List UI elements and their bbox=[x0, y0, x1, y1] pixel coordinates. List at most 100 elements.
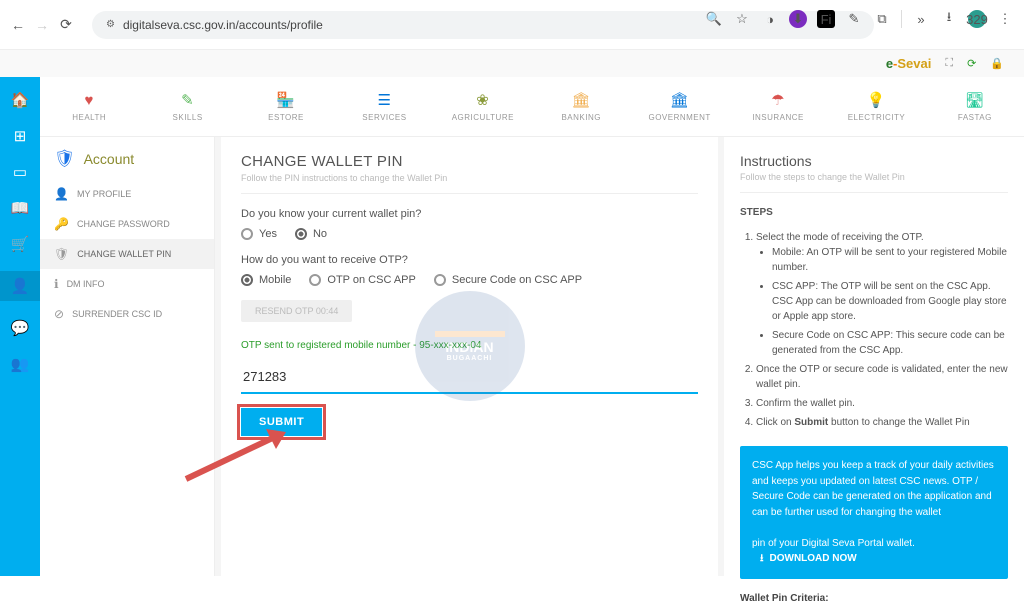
cat-government[interactable]: 🏛GOVERNMENT bbox=[630, 77, 728, 136]
step-4: Click on Submit button to change the Wal… bbox=[756, 415, 1008, 430]
extensions-icon[interactable]: ⧉ bbox=[873, 10, 891, 28]
forward-icon[interactable]: → bbox=[34, 17, 50, 33]
menu-icon: 🛡 bbox=[54, 247, 69, 261]
cat-estore[interactable]: 🏪ESTORE bbox=[237, 77, 335, 136]
account-sidebar: 🛡 Account 👤MY PROFILE🔑CHANGE PASSWORD🛡CH… bbox=[40, 137, 215, 576]
sidebar-item-change-password[interactable]: 🔑CHANGE PASSWORD bbox=[40, 209, 214, 239]
rail-home-icon[interactable]: 🏠 bbox=[11, 91, 30, 109]
ext3-icon[interactable]: Fi bbox=[817, 10, 835, 28]
instructions-title: Instructions bbox=[740, 153, 1008, 169]
cat-electricity[interactable]: 💡ELECTRICITY bbox=[827, 77, 925, 136]
download-now-link[interactable]: ⭳ DOWNLOAD NOW bbox=[760, 551, 857, 567]
star-icon[interactable]: ☆ bbox=[733, 10, 751, 28]
menu-icon: 🔑 bbox=[54, 217, 69, 231]
lock-icon[interactable]: 🔒 bbox=[990, 57, 1004, 70]
instructions-subtitle: Follow the steps to change the Wallet Pi… bbox=[740, 172, 1008, 193]
download-icon[interactable]: ⭳ bbox=[940, 10, 958, 28]
cat-fastag[interactable]: 🛣FASTAG bbox=[926, 77, 1024, 136]
shield-icon: 🛡 bbox=[54, 149, 76, 169]
step-3: Confirm the wallet pin. bbox=[756, 396, 1008, 411]
back-icon[interactable]: ← bbox=[10, 17, 26, 33]
cat-skills[interactable]: ✎SKILLS bbox=[138, 77, 236, 136]
radio-mobile[interactable]: Mobile bbox=[241, 274, 291, 286]
cat-health[interactable]: ♥HEALTH bbox=[40, 77, 138, 136]
annotation-arrow bbox=[181, 424, 301, 484]
share-icon[interactable]: » bbox=[912, 10, 930, 28]
electricity-icon: 💡 bbox=[867, 91, 886, 109]
cat-services[interactable]: ☰SERVICES bbox=[335, 77, 433, 136]
sidebar-header: 🛡 Account bbox=[40, 149, 214, 179]
step-1: Select the mode of receiving the OTP. Mo… bbox=[756, 230, 1008, 358]
menu-icon: 👤 bbox=[54, 187, 69, 201]
estore-icon: 🏪 bbox=[276, 91, 295, 109]
brand-logo: e-Sevai bbox=[886, 56, 932, 71]
insurance-icon: ☂ bbox=[771, 91, 785, 109]
step-2: Once the OTP or secure code is validated… bbox=[756, 362, 1008, 392]
rail-chat-icon[interactable]: 💬 bbox=[11, 319, 30, 337]
rail-apps-icon[interactable]: ⊞ bbox=[14, 127, 27, 145]
rail-account-icon[interactable]: 👤 bbox=[0, 271, 40, 301]
step-1a: Mobile: An OTP will be sent to your regi… bbox=[772, 245, 1008, 275]
banking-icon: 🏛 bbox=[571, 91, 591, 109]
separator bbox=[901, 10, 902, 28]
steps-list: Select the mode of receiving the OTP. Mo… bbox=[756, 230, 1008, 430]
profile-avatar[interactable]: 329 bbox=[968, 10, 986, 28]
agriculture-icon: ❀ bbox=[476, 91, 489, 109]
pen-icon[interactable]: ✎ bbox=[845, 10, 863, 28]
government-icon: 🏛 bbox=[670, 91, 690, 109]
rail-book-icon[interactable]: 📖 bbox=[11, 199, 30, 217]
url-text: digitalseva.csc.gov.in/accounts/profile bbox=[123, 18, 323, 32]
ext1-icon[interactable]: ◑ bbox=[761, 10, 779, 28]
category-tabs: ♥HEALTH✎SKILLS🏪ESTORE☰SERVICES❀AGRICULTU… bbox=[40, 77, 1024, 137]
rail-cart-icon[interactable]: 🛒 bbox=[11, 235, 30, 253]
sidebar-title: Account bbox=[84, 151, 135, 167]
cat-insurance[interactable]: ☂INSURANCE bbox=[729, 77, 827, 136]
site-settings-icon: ⚙ bbox=[106, 19, 115, 30]
reload-icon[interactable]: ⟳ bbox=[58, 17, 74, 33]
sidebar-item-change-wallet-pin[interactable]: 🛡CHANGE WALLET PIN bbox=[40, 239, 214, 269]
menu-icon[interactable]: ⋮ bbox=[996, 10, 1014, 28]
fullscreen-icon[interactable]: ⛶ bbox=[945, 57, 953, 70]
resend-otp-button: RESEND OTP 00:44 bbox=[241, 300, 352, 322]
submit-highlight: SUBMIT bbox=[241, 408, 322, 436]
step-1c: Secure Code on CSC APP: This secure code… bbox=[772, 328, 1008, 358]
radio-csc-app[interactable]: OTP on CSC APP bbox=[309, 274, 415, 286]
sidebar-item-dm-info[interactable]: ℹDM INFO bbox=[40, 269, 214, 299]
browser-chrome: ← → ⟳ ⚙ digitalseva.csc.gov.in/accounts/… bbox=[0, 0, 1024, 50]
rail-users-icon[interactable]: 👥 bbox=[11, 355, 30, 373]
otp-input[interactable] bbox=[241, 361, 698, 394]
sidebar-item-surrender-csc-id[interactable]: ⊘SURRENDER CSC ID bbox=[40, 299, 214, 329]
menu-icon: ⊘ bbox=[54, 307, 64, 321]
cat-banking[interactable]: 🏛BANKING bbox=[532, 77, 630, 136]
cat-agriculture[interactable]: ❀AGRICULTURE bbox=[434, 77, 532, 136]
panel-title: CHANGE WALLET PIN bbox=[241, 153, 698, 170]
main-stage: ♥HEALTH✎SKILLS🏪ESTORE☰SERVICES❀AGRICULTU… bbox=[40, 77, 1024, 576]
radio-no[interactable]: No bbox=[295, 228, 327, 240]
pin-criteria-heading: Wallet Pin Criteria: bbox=[740, 593, 1008, 604]
question-otp-mode: How do you want to receive OTP? bbox=[241, 254, 698, 266]
question-know-pin: Do you know your current wallet pin? bbox=[241, 208, 698, 220]
instructions-panel: Instructions Follow the steps to change … bbox=[724, 137, 1024, 576]
health-icon: ♥ bbox=[85, 92, 94, 109]
know-pin-radios: Yes No bbox=[241, 228, 698, 240]
brand-bar: e-Sevai ⛶ ⟳ 🔒 bbox=[0, 50, 1024, 77]
form-panel: INDIAN BUGAACHI CHANGE WALLET PIN Follow… bbox=[221, 137, 718, 576]
panel-subtitle: Follow the PIN instructions to change th… bbox=[241, 173, 698, 194]
refresh-icon[interactable]: ⟳ bbox=[967, 57, 976, 70]
sidebar-item-my-profile[interactable]: 👤MY PROFILE bbox=[40, 179, 214, 209]
ext2-icon[interactable]: ⬇ bbox=[789, 10, 807, 28]
otp-mode-radios: Mobile OTP on CSC APP Secure Code on CSC… bbox=[241, 274, 698, 286]
services-icon: ☰ bbox=[377, 91, 391, 109]
radio-yes[interactable]: Yes bbox=[241, 228, 277, 240]
search-in-page-icon[interactable]: 🔍 bbox=[705, 10, 723, 28]
skills-icon: ✎ bbox=[181, 91, 194, 109]
left-rail: 🏠 ⊞ ▭ 📖 🛒 👤 💬 👥 bbox=[0, 77, 40, 576]
otp-sent-message: OTP sent to registered mobile number - 9… bbox=[241, 340, 698, 351]
radio-secure-code[interactable]: Secure Code on CSC APP bbox=[434, 274, 582, 286]
menu-icon: ℹ bbox=[54, 277, 59, 291]
fastag-icon: 🛣 bbox=[965, 91, 985, 109]
app-promo: CSC App helps you keep a track of your d… bbox=[740, 446, 1008, 579]
chrome-actions: 🔍 ☆ ◑ ⬇ Fi ✎ ⧉ » ⭳ 329 ⋮ bbox=[705, 10, 1014, 28]
steps-heading: STEPS bbox=[740, 207, 1008, 218]
rail-wallet-icon[interactable]: ▭ bbox=[13, 163, 27, 181]
